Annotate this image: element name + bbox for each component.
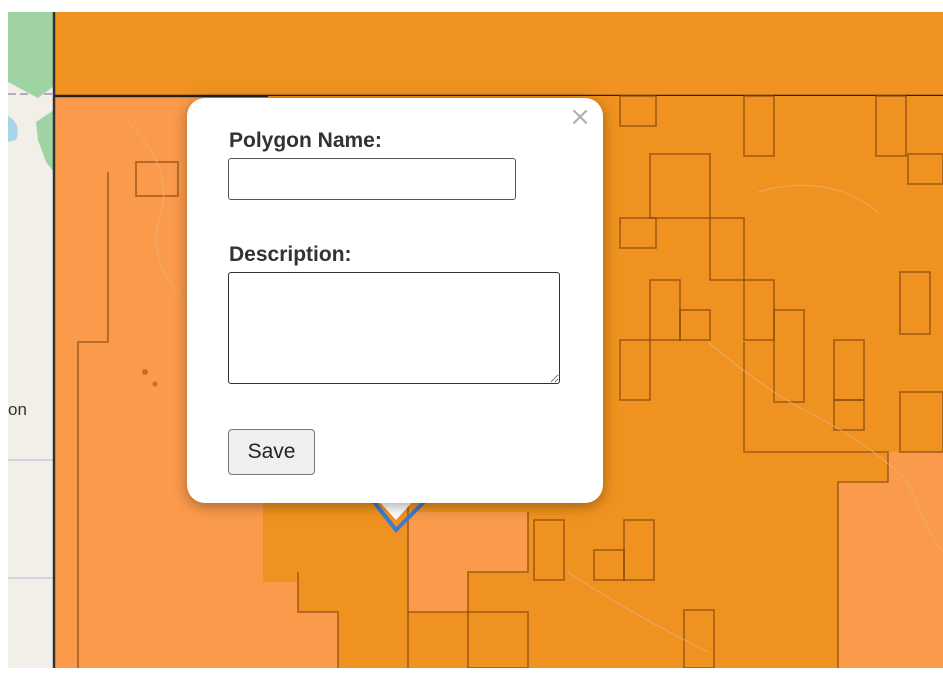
map-place-label: on <box>8 400 27 419</box>
polygon-popup: × Polygon Name: Description: Save <box>187 98 603 503</box>
polygon-name-label: Polygon Name: <box>229 129 382 152</box>
description-textarea[interactable] <box>228 272 560 384</box>
save-button[interactable]: Save <box>228 429 315 475</box>
polygon-name-input[interactable] <box>228 158 516 200</box>
close-icon[interactable]: × <box>569 104 591 130</box>
description-label: Description: <box>229 243 352 266</box>
